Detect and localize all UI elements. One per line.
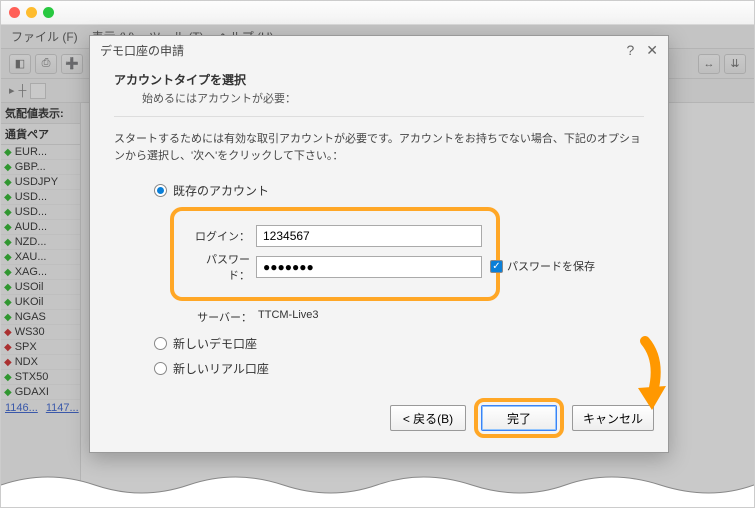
close-icon[interactable]: ✕ bbox=[646, 42, 658, 59]
description-text: スタートするためには有効な取引アカウントが必要です。アカウントをお持ちでない場合… bbox=[114, 131, 644, 164]
app-window: ファイル (F) 表示 (V) ツール (T) ヘルプ (H) ◧ ⎙ ➕ ▦ … bbox=[0, 0, 755, 508]
window-controls bbox=[1, 1, 754, 25]
done-button[interactable]: 完了 bbox=[481, 405, 557, 431]
server-label: サーバー： bbox=[194, 309, 252, 325]
login-input[interactable] bbox=[256, 225, 482, 247]
radio-new-demo[interactable]: 新しいデモ口座 bbox=[154, 335, 644, 352]
server-value: TTCM-Live3 bbox=[258, 309, 319, 325]
save-password-checkbox[interactable]: ✓ パスワードを保存 bbox=[490, 258, 595, 274]
help-icon[interactable]: ? bbox=[626, 42, 634, 59]
demo-account-dialog: デモ口座の申請 ? ✕ アカウントタイプを選択 始めるにはアカウントが必要： ス… bbox=[89, 35, 669, 453]
login-label: ログイン： bbox=[188, 228, 250, 244]
radio-existing-account[interactable]: 既存のアカウント bbox=[154, 182, 644, 199]
checkbox-label: パスワードを保存 bbox=[507, 258, 595, 274]
divider bbox=[114, 116, 644, 117]
radio-label: 新しいリアル口座 bbox=[173, 360, 269, 377]
section-subheading: 始めるにはアカウントが必要： bbox=[142, 90, 644, 106]
credentials-highlight: ログイン： パスワード： bbox=[170, 207, 500, 301]
server-row: サーバー： TTCM-Live3 bbox=[194, 309, 644, 325]
dialog-buttons: < 戻る(B) 完了 キャンセル bbox=[390, 398, 654, 438]
radio-label: 新しいデモ口座 bbox=[173, 335, 257, 352]
torn-edge-decoration bbox=[1, 467, 754, 507]
dialog-title: デモ口座の申請 bbox=[100, 42, 184, 59]
close-icon[interactable] bbox=[9, 7, 20, 18]
radio-icon[interactable] bbox=[154, 337, 167, 350]
annotation-arrow-icon bbox=[620, 336, 670, 426]
checkbox-icon[interactable]: ✓ bbox=[490, 260, 503, 273]
password-input[interactable] bbox=[256, 256, 482, 278]
radio-icon[interactable] bbox=[154, 362, 167, 375]
done-highlight: 完了 bbox=[474, 398, 564, 438]
minimize-icon[interactable] bbox=[26, 7, 37, 18]
radio-icon[interactable] bbox=[154, 184, 167, 197]
radio-new-real[interactable]: 新しいリアル口座 bbox=[154, 360, 644, 377]
password-label: パスワード： bbox=[188, 251, 250, 283]
section-heading: アカウントタイプを選択 bbox=[114, 71, 644, 88]
dialog-titlebar: デモ口座の申請 ? ✕ bbox=[90, 36, 668, 65]
radio-label: 既存のアカウント bbox=[173, 182, 269, 199]
zoom-icon[interactable] bbox=[43, 7, 54, 18]
back-button[interactable]: < 戻る(B) bbox=[390, 405, 466, 431]
